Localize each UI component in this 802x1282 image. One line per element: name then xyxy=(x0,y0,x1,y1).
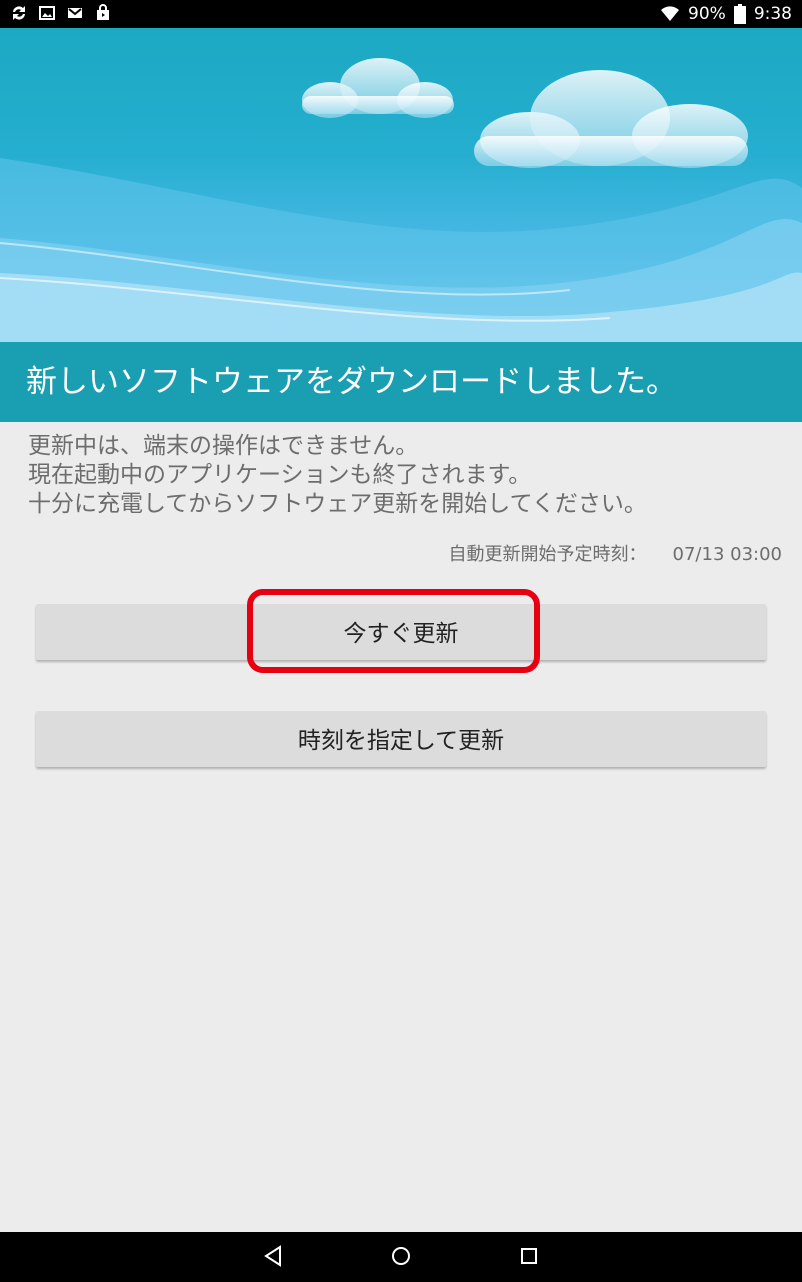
navigation-bar xyxy=(0,1232,802,1282)
hero-sky-illustration xyxy=(0,28,802,342)
shopping-bag-icon xyxy=(94,4,112,22)
clock-time: 9:38 xyxy=(753,4,792,24)
sync-icon xyxy=(10,4,28,22)
cloud-small xyxy=(302,58,454,118)
home-icon[interactable] xyxy=(390,1245,412,1271)
cloud-large xyxy=(474,70,748,168)
battery-level: 90% xyxy=(688,4,726,24)
battery-icon xyxy=(733,4,746,24)
message-line: 現在起動中のアプリケーションも終了されます。 xyxy=(28,462,532,488)
schedule-time: 07/13 03:00 xyxy=(672,544,782,565)
update-message: 更新中は、端末の操作はできません。 現在起動中のアプリケーションも終了されます。… xyxy=(28,432,788,519)
message-line: 更新中は、端末の操作はできません。 xyxy=(28,433,419,459)
schedule-update-button[interactable]: 時刻を指定して更新 xyxy=(36,711,766,767)
back-icon[interactable] xyxy=(263,1245,283,1271)
highlight-box xyxy=(247,589,540,673)
recents-icon[interactable] xyxy=(519,1245,539,1271)
schedule-label: 自動更新開始予定時刻： xyxy=(448,544,647,565)
status-bar: 90% 9:38 xyxy=(0,0,802,28)
page-title: 新しいソフトウェアをダウンロードしました。 xyxy=(0,342,802,422)
auto-update-schedule: 自動更新開始予定時刻： 07/13 03:00 xyxy=(449,540,782,566)
image-icon xyxy=(38,4,56,22)
gmail-icon xyxy=(66,4,84,22)
wifi-icon xyxy=(660,5,680,23)
message-line: 十分に充電してからソフトウェア更新を開始してください。 xyxy=(28,491,647,517)
